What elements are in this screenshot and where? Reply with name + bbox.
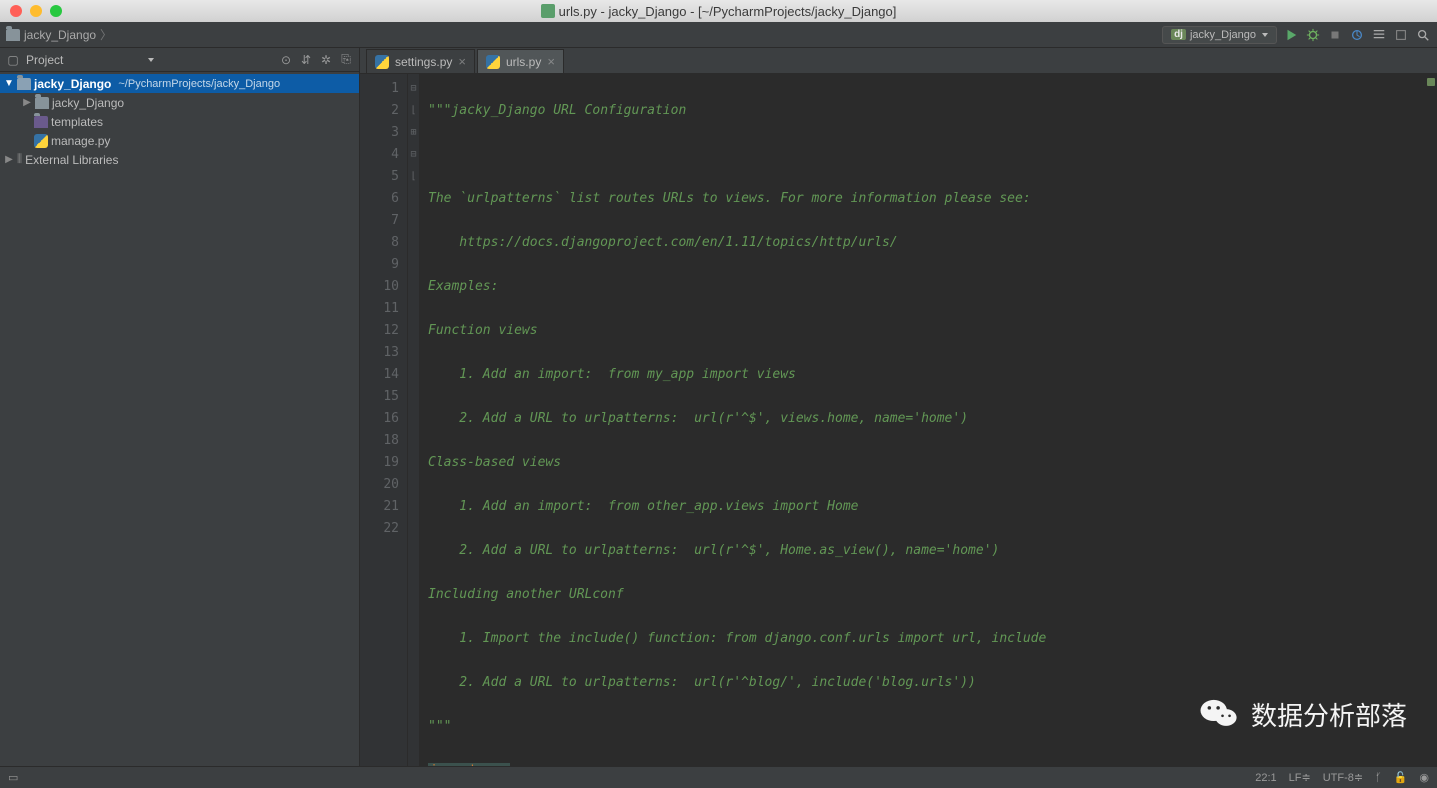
status-bar: ▭ 22:1 LF≑ UTF-8≑ ᚶ 🔓 ◉: [0, 766, 1437, 788]
project-folder-icon: [17, 78, 31, 90]
expand-arrow-icon[interactable]: ▼: [4, 78, 14, 89]
settings-gear-icon[interactable]: ✲: [319, 53, 333, 67]
search-everywhere-button[interactable]: [1415, 27, 1431, 43]
tree-external-libraries[interactable]: ▶ ⫼ External Libraries: [0, 150, 359, 169]
tree-item-label: manage.py: [51, 134, 110, 148]
tab-label: settings.py: [395, 55, 452, 69]
readonly-lock-icon[interactable]: 🔓: [1394, 771, 1408, 784]
run-configuration-selector[interactable]: dj jacky_Django: [1162, 26, 1277, 44]
breadcrumb[interactable]: jacky_Django 〉: [6, 26, 112, 43]
chevron-right-icon: 〉: [100, 26, 112, 43]
navigation-bar: jacky_Django 〉 dj jacky_Django: [0, 22, 1437, 48]
cursor-position[interactable]: 22:1: [1255, 772, 1276, 784]
tree-root-row[interactable]: ▼ jacky_Django ~/PycharmProjects/jacky_D…: [0, 74, 359, 93]
tree-item-label: templates: [51, 115, 103, 129]
debug-button[interactable]: [1305, 27, 1321, 43]
code-content[interactable]: """jacky_Django URL Configuration The `u…: [420, 74, 1437, 766]
python-file-icon: [486, 55, 500, 69]
project-tool-title[interactable]: Project: [26, 53, 140, 67]
close-icon[interactable]: ×: [547, 54, 555, 69]
stop-button[interactable]: [1327, 27, 1343, 43]
code-editor[interactable]: 123456789101112131415161819202122 ⊟⌊⊞⊟⌊ …: [360, 74, 1437, 766]
git-branch-icon[interactable]: ᚶ: [1375, 772, 1382, 784]
run-config-label: jacky_Django: [1190, 29, 1256, 41]
chevron-down-icon: [1262, 33, 1268, 37]
fold-gutter[interactable]: ⊟⌊⊞⊟⌊: [408, 74, 420, 766]
tree-row[interactable]: manage.py: [0, 131, 359, 150]
breadcrumb-root[interactable]: jacky_Django: [24, 28, 96, 42]
tree-item-label: jacky_Django: [52, 96, 124, 110]
line-number-gutter[interactable]: 123456789101112131415161819202122: [360, 74, 408, 766]
tree-row[interactable]: ▶ jacky_Django: [0, 93, 359, 112]
collapse-all-icon[interactable]: ⇵: [299, 53, 313, 67]
run-button[interactable]: [1283, 27, 1299, 43]
libraries-icon: ⫼: [17, 153, 22, 166]
tree-item-label: External Libraries: [25, 153, 118, 167]
tab-settings-py[interactable]: settings.py ×: [366, 49, 475, 73]
hide-button[interactable]: [1393, 27, 1409, 43]
inspection-ok-icon: [1427, 78, 1435, 86]
expand-arrow-icon[interactable]: ▶: [22, 97, 32, 108]
folder-icon: [35, 97, 49, 109]
status-left-icon[interactable]: ▭: [8, 771, 18, 784]
project-view-icon[interactable]: ▢: [6, 53, 20, 67]
project-tree[interactable]: ▼ jacky_Django ~/PycharmProjects/jacky_D…: [0, 72, 359, 766]
file-icon: [541, 4, 555, 18]
toolbar-right: dj jacky_Django: [1162, 26, 1431, 44]
structure-button[interactable]: [1371, 27, 1387, 43]
tab-label: urls.py: [506, 55, 541, 69]
window-title: urls.py - jacky_Django - [~/PycharmProje…: [0, 4, 1437, 19]
folder-icon: [6, 29, 20, 41]
python-file-icon: [375, 55, 389, 69]
python-file-icon: [34, 134, 48, 148]
django-badge-icon: dj: [1171, 29, 1186, 40]
templates-folder-icon: [34, 116, 48, 128]
editor-area: settings.py × urls.py × 1234567891011121…: [360, 48, 1437, 766]
expand-arrow-icon[interactable]: ▶: [4, 154, 14, 165]
close-icon[interactable]: ×: [458, 54, 466, 69]
hide-tool-icon[interactable]: ⎘: [339, 53, 353, 67]
window-title-text: urls.py - jacky_Django - [~/PycharmProje…: [559, 4, 897, 19]
tab-urls-py[interactable]: urls.py ×: [477, 49, 564, 73]
file-encoding[interactable]: UTF-8≑: [1323, 771, 1363, 784]
project-tool-window: ▢ Project ⊙ ⇵ ✲ ⎘ ▼ jacky_Django ~/Pycha…: [0, 48, 360, 766]
inspection-eye-icon[interactable]: ◉: [1419, 771, 1429, 784]
tree-row[interactable]: templates: [0, 112, 359, 131]
line-separator[interactable]: LF≑: [1289, 771, 1311, 784]
tree-root-path: ~/PycharmProjects/jacky_Django: [118, 78, 280, 90]
window-titlebar: urls.py - jacky_Django - [~/PycharmProje…: [0, 0, 1437, 22]
chevron-down-icon[interactable]: [148, 58, 154, 62]
project-tool-header: ▢ Project ⊙ ⇵ ✲ ⎘: [0, 48, 359, 72]
editor-tabs: settings.py × urls.py ×: [360, 48, 1437, 74]
update-button[interactable]: [1349, 27, 1365, 43]
scroll-from-source-icon[interactable]: ⊙: [279, 53, 293, 67]
error-stripe[interactable]: [1427, 74, 1437, 766]
tree-root-label: jacky_Django: [34, 77, 111, 91]
